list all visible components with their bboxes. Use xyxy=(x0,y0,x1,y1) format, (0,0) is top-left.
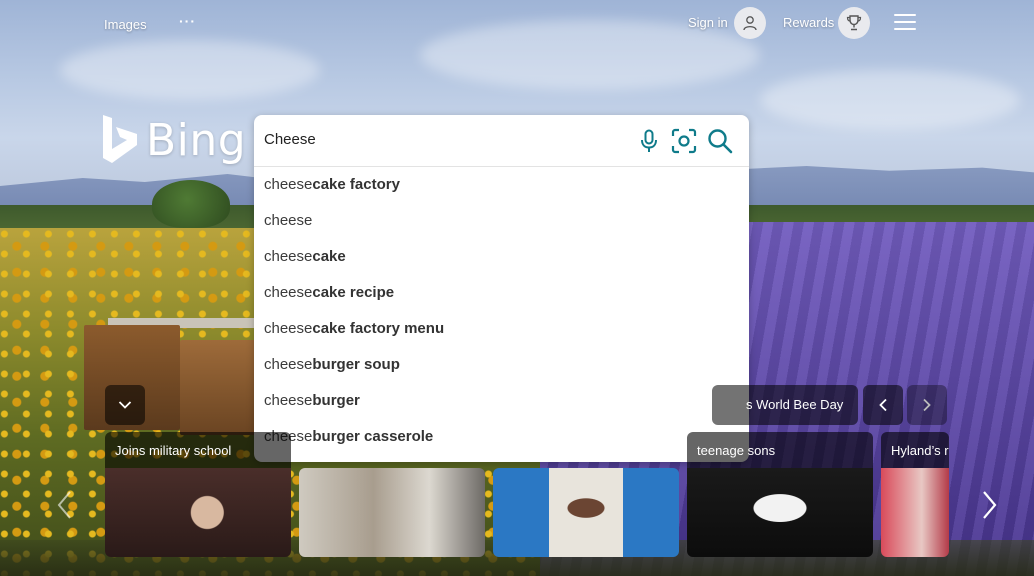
more-menu-button[interactable]: ··· xyxy=(179,13,196,29)
topic-pill-label: s World Bee Day xyxy=(746,397,844,412)
trophy-icon xyxy=(846,15,862,31)
news-card-caption: Hyland’s r xyxy=(881,432,949,468)
search-row xyxy=(254,115,749,167)
suggestion-item[interactable]: cheesecake factory menu xyxy=(254,311,749,347)
news-card-image xyxy=(299,468,485,557)
rewards-link[interactable]: Rewards xyxy=(783,15,834,30)
search-button[interactable] xyxy=(706,127,734,155)
collapse-feed-button[interactable] xyxy=(105,385,145,425)
chevron-left-icon xyxy=(879,398,887,412)
bing-logo[interactable]: Bing xyxy=(100,113,246,167)
suggestion-prefix: cheese xyxy=(264,284,313,301)
voice-search-button[interactable] xyxy=(635,127,663,155)
suggestion-item[interactable]: cheeseburger casserole xyxy=(254,419,749,455)
suggestion-completion: cake recipe xyxy=(312,284,395,301)
news-card-image xyxy=(105,468,291,557)
chevron-left-icon xyxy=(57,491,71,519)
suggestion-prefix: cheese xyxy=(264,212,313,229)
topics-prev-button[interactable] xyxy=(863,385,903,425)
carousel-next-button[interactable] xyxy=(978,488,1002,522)
rewards-button[interactable] xyxy=(838,7,870,39)
user-icon xyxy=(743,16,757,31)
visual-search-button[interactable] xyxy=(670,127,698,155)
images-link[interactable]: Images xyxy=(104,17,147,32)
topic-pill[interactable]: s World Bee Day xyxy=(712,385,858,425)
microphone-icon xyxy=(641,129,657,152)
suggestion-item[interactable]: cheesecake factory xyxy=(254,167,749,203)
menu-icon[interactable] xyxy=(894,14,916,30)
suggestion-item[interactable]: cheesecake recipe xyxy=(254,275,749,311)
bing-logo-icon xyxy=(103,115,137,163)
topics-next-button[interactable] xyxy=(907,385,947,425)
suggestion-item[interactable]: cheese xyxy=(254,203,749,239)
suggestion-completion: burger soup xyxy=(312,356,400,373)
news-card-image xyxy=(881,468,949,557)
suggestion-list: cheesecake factory cheese cheesecake che… xyxy=(254,167,749,455)
news-card-caption: Joins military school xyxy=(105,432,291,468)
suggestion-completion: cake factory menu xyxy=(312,320,445,337)
suggestion-prefix: cheese xyxy=(264,248,313,265)
news-card[interactable]: teenage sons xyxy=(687,432,873,557)
suggestion-completion: cake factory xyxy=(312,176,400,193)
chevron-right-icon xyxy=(983,491,997,519)
logo-text: Bing xyxy=(146,114,247,166)
carousel-prev-button[interactable] xyxy=(52,488,76,522)
search-icon xyxy=(708,129,733,154)
news-card[interactable] xyxy=(493,468,679,557)
suggestion-completion: burger casserole xyxy=(312,428,434,445)
suggestion-item[interactable]: cheeseburger xyxy=(254,383,749,419)
search-input[interactable] xyxy=(264,131,624,148)
visual-search-icon xyxy=(671,128,697,154)
suggestion-item[interactable]: cheesecake xyxy=(254,239,749,275)
news-card-image xyxy=(687,468,873,557)
news-card-caption: teenage sons xyxy=(687,432,873,468)
suggestion-prefix: cheese xyxy=(264,356,313,373)
chevron-down-icon xyxy=(118,401,132,409)
suggestion-prefix: cheese xyxy=(264,320,313,337)
search-box: cheesecake factory cheese cheesecake che… xyxy=(254,115,749,462)
news-card[interactable]: Joins military school xyxy=(105,432,291,557)
chevron-right-icon xyxy=(923,398,931,412)
suggestion-completion: burger xyxy=(312,392,360,409)
suggestion-prefix: cheese xyxy=(264,392,313,409)
suggestion-item[interactable]: cheeseburger soup xyxy=(254,347,749,383)
suggestion-completion: cake xyxy=(312,248,346,265)
news-card[interactable]: Hyland’s r xyxy=(881,432,949,557)
news-card[interactable] xyxy=(299,468,485,557)
avatar[interactable] xyxy=(734,7,766,39)
news-card-image xyxy=(493,468,679,557)
sign-in-link[interactable]: Sign in xyxy=(688,15,728,30)
suggestion-prefix: cheese xyxy=(264,176,313,193)
